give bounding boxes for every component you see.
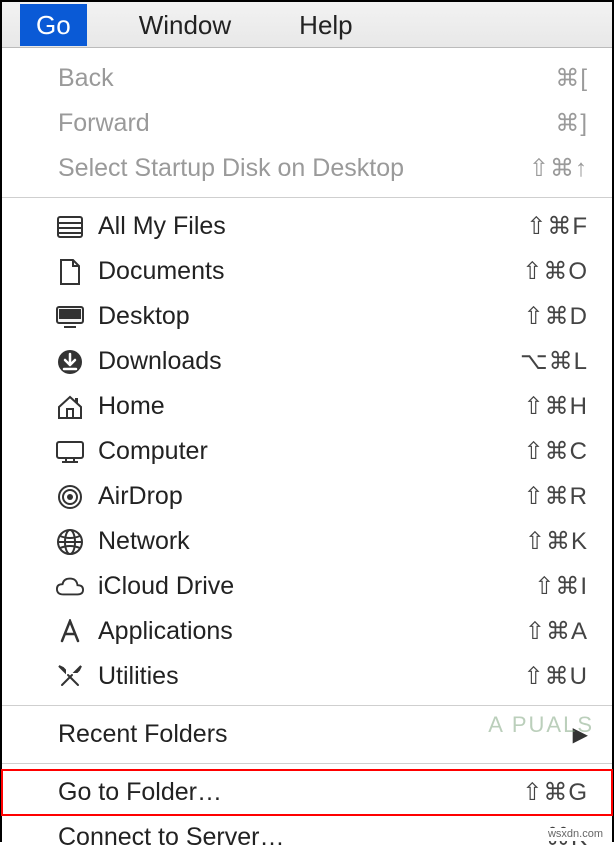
menubar-help[interactable]: Help bbox=[283, 4, 368, 46]
icloud-icon bbox=[56, 573, 84, 601]
menu-go-to-folder-shortcut: ⇧⌘G bbox=[522, 781, 588, 805]
all-my-files-icon bbox=[56, 213, 84, 241]
menubar-go[interactable]: Go bbox=[20, 4, 87, 46]
menu-all-my-files-label: All My Files bbox=[98, 214, 526, 239]
menu-downloads-shortcut: ⌥⌘L bbox=[520, 350, 588, 374]
desktop-icon bbox=[56, 303, 84, 331]
menu-separator bbox=[2, 763, 612, 764]
menu-startup-shortcut: ⇧⌘↑ bbox=[529, 157, 588, 181]
menu-downloads[interactable]: Downloads ⌥⌘L bbox=[2, 339, 612, 384]
menu-go-to-folder[interactable]: Go to Folder… ⇧⌘G bbox=[2, 770, 612, 815]
menu-icloud-shortcut: ⇧⌘I bbox=[534, 575, 588, 599]
menu-computer-shortcut: ⇧⌘C bbox=[524, 440, 588, 464]
computer-icon bbox=[56, 438, 84, 466]
menu-computer[interactable]: Computer ⇧⌘C bbox=[2, 429, 612, 474]
go-menu: Back ⌘[ Forward ⌘] Select Startup Disk o… bbox=[2, 48, 612, 860]
menu-startup-label: Select Startup Disk on Desktop bbox=[58, 156, 529, 181]
menu-home-shortcut: ⇧⌘H bbox=[524, 395, 588, 419]
menu-desktop-shortcut: ⇧⌘D bbox=[524, 305, 588, 329]
menu-forward-label: Forward bbox=[58, 111, 555, 136]
menu-documents-label: Documents bbox=[98, 259, 522, 284]
menu-network-shortcut: ⇧⌘K bbox=[525, 530, 588, 554]
menu-downloads-label: Downloads bbox=[98, 349, 520, 374]
home-icon bbox=[56, 393, 84, 421]
credit-text: wsxdn.com bbox=[545, 828, 606, 841]
menu-recent-folders[interactable]: Recent Folders ▶ bbox=[2, 712, 612, 757]
menu-network[interactable]: Network ⇧⌘K bbox=[2, 519, 612, 564]
menu-home[interactable]: Home ⇧⌘H bbox=[2, 384, 612, 429]
documents-icon bbox=[56, 258, 84, 286]
utilities-icon bbox=[56, 663, 84, 691]
menu-utilities-shortcut: ⇧⌘U bbox=[524, 665, 588, 689]
menu-connect-to-server[interactable]: Connect to Server… ⌘K bbox=[2, 815, 612, 860]
menu-utilities-label: Utilities bbox=[98, 664, 524, 689]
menu-all-my-files[interactable]: All My Files ⇧⌘F bbox=[2, 204, 612, 249]
menu-desktop[interactable]: Desktop ⇧⌘D bbox=[2, 294, 612, 339]
menubar: Go Window Help bbox=[2, 2, 612, 48]
menu-icloud-label: iCloud Drive bbox=[98, 574, 534, 599]
menu-go-to-folder-label: Go to Folder… bbox=[58, 780, 522, 805]
menu-documents-shortcut: ⇧⌘O bbox=[522, 260, 588, 284]
menu-desktop-label: Desktop bbox=[98, 304, 524, 329]
menu-startup-disk: Select Startup Disk on Desktop ⇧⌘↑ bbox=[2, 146, 612, 191]
menu-recent-folders-label: Recent Folders bbox=[58, 722, 573, 747]
menu-network-label: Network bbox=[98, 529, 525, 554]
downloads-icon bbox=[56, 348, 84, 376]
menu-home-label: Home bbox=[98, 394, 524, 419]
menu-separator bbox=[2, 705, 612, 706]
submenu-arrow-icon: ▶ bbox=[573, 725, 588, 745]
menu-icloud-drive[interactable]: iCloud Drive ⇧⌘I bbox=[2, 564, 612, 609]
network-icon bbox=[56, 528, 84, 556]
menu-documents[interactable]: Documents ⇧⌘O bbox=[2, 249, 612, 294]
menu-connect-to-server-label: Connect to Server… bbox=[58, 825, 546, 850]
menu-applications-label: Applications bbox=[98, 619, 525, 644]
menu-computer-label: Computer bbox=[98, 439, 524, 464]
menu-airdrop-shortcut: ⇧⌘R bbox=[524, 485, 588, 509]
menu-applications[interactable]: Applications ⇧⌘A bbox=[2, 609, 612, 654]
menu-airdrop-label: AirDrop bbox=[98, 484, 524, 509]
menubar-window[interactable]: Window bbox=[123, 4, 247, 46]
applications-icon bbox=[56, 618, 84, 646]
menu-forward-shortcut: ⌘] bbox=[555, 112, 588, 136]
menu-forward: Forward ⌘] bbox=[2, 101, 612, 146]
airdrop-icon bbox=[56, 483, 84, 511]
menu-back: Back ⌘[ bbox=[2, 56, 612, 101]
menu-all-my-files-shortcut: ⇧⌘F bbox=[526, 215, 588, 239]
menu-back-shortcut: ⌘[ bbox=[555, 67, 588, 91]
menu-applications-shortcut: ⇧⌘A bbox=[525, 620, 588, 644]
menu-utilities[interactable]: Utilities ⇧⌘U bbox=[2, 654, 612, 699]
menu-back-label: Back bbox=[58, 66, 555, 91]
menu-separator bbox=[2, 197, 612, 198]
menu-airdrop[interactable]: AirDrop ⇧⌘R bbox=[2, 474, 612, 519]
